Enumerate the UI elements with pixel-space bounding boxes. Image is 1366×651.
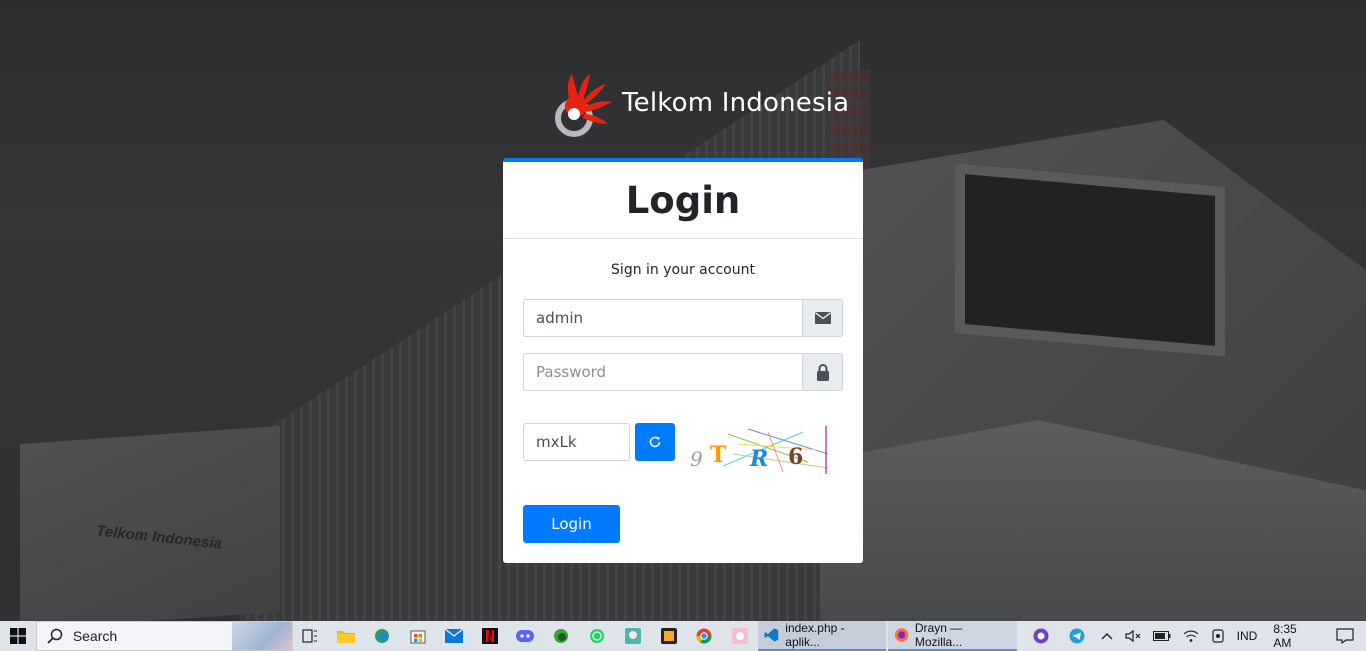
- telegram-icon[interactable]: [1059, 621, 1095, 651]
- card-header: Login: [503, 162, 863, 239]
- firefox-icon: [894, 628, 908, 642]
- netflix-icon[interactable]: [472, 621, 508, 651]
- taskbar-app-firefox[interactable]: Drayn — Mozilla...: [887, 621, 1017, 651]
- windows-start-icon[interactable]: [0, 621, 36, 651]
- envelope-icon: [802, 299, 843, 337]
- speaker-muted-icon[interactable]: [1119, 621, 1147, 651]
- login-card: Login Sign in your account admin mxLk 9 …: [503, 158, 863, 563]
- captcha-refresh-button[interactable]: [635, 423, 675, 461]
- file-explorer-icon[interactable]: [328, 621, 364, 651]
- edge-dev-icon[interactable]: [543, 621, 579, 651]
- mail-icon[interactable]: [436, 621, 472, 651]
- language-indicator[interactable]: IND: [1231, 621, 1264, 651]
- windows-taskbar: Search index.php - aplik... Drayn — Mozi…: [0, 621, 1366, 651]
- whatsapp-icon[interactable]: [579, 621, 615, 651]
- store-icon[interactable]: [400, 621, 436, 651]
- chevron-up-icon[interactable]: [1095, 621, 1119, 651]
- firefox-window-label: Drayn — Mozilla...: [914, 621, 963, 649]
- wifi-icon[interactable]: [1177, 621, 1205, 651]
- anime-app-icon[interactable]: [615, 621, 651, 651]
- captcha-char-1: 9: [690, 447, 703, 471]
- lock-icon: [802, 353, 843, 391]
- captcha-char-2: T: [710, 442, 727, 468]
- captcha-char-4: 6: [788, 444, 803, 470]
- edge-icon[interactable]: [364, 621, 400, 651]
- taskbar-clock[interactable]: 8:35 AM: [1263, 622, 1330, 650]
- login-button[interactable]: Login: [523, 505, 620, 543]
- taskbar-app-vscode[interactable]: index.php - aplik...: [758, 621, 886, 651]
- game-app-icon[interactable]: [722, 621, 758, 651]
- github-desktop-icon[interactable]: [1023, 621, 1059, 651]
- search-icon: [47, 628, 63, 644]
- captcha-input[interactable]: [523, 423, 630, 461]
- chrome-icon[interactable]: [687, 621, 723, 651]
- login-title: Login: [625, 178, 741, 222]
- username-group: [523, 299, 843, 337]
- task-view-icon[interactable]: [293, 621, 329, 651]
- password-input[interactable]: [523, 353, 802, 391]
- notification-icon[interactable]: [1330, 621, 1366, 651]
- discord-icon[interactable]: [507, 621, 543, 651]
- brand-name: Telkom Indonesia: [622, 88, 850, 118]
- system-tray: IND 8:35 AM: [1095, 621, 1366, 651]
- taskbar-search-box[interactable]: Search: [35, 621, 293, 651]
- captcha-image: 9 T R 6: [688, 424, 831, 476]
- search-highlight-art: [231, 622, 292, 650]
- device-icon[interactable]: [1205, 621, 1231, 651]
- refresh-icon: [649, 436, 661, 448]
- username-input[interactable]: [523, 299, 802, 337]
- battery-icon[interactable]: [1147, 621, 1177, 651]
- xampp-icon[interactable]: [651, 621, 687, 651]
- captcha-char-3: R: [749, 446, 768, 472]
- login-subtitle: Sign in your account: [611, 262, 755, 278]
- brand-header: Telkom Indonesia: [552, 72, 849, 140]
- password-group: [523, 353, 843, 391]
- vscode-icon: [764, 628, 779, 642]
- telkom-logo-icon: [552, 72, 616, 140]
- vscode-window-label: index.php - aplik...: [785, 621, 845, 649]
- search-label: Search: [72, 628, 118, 644]
